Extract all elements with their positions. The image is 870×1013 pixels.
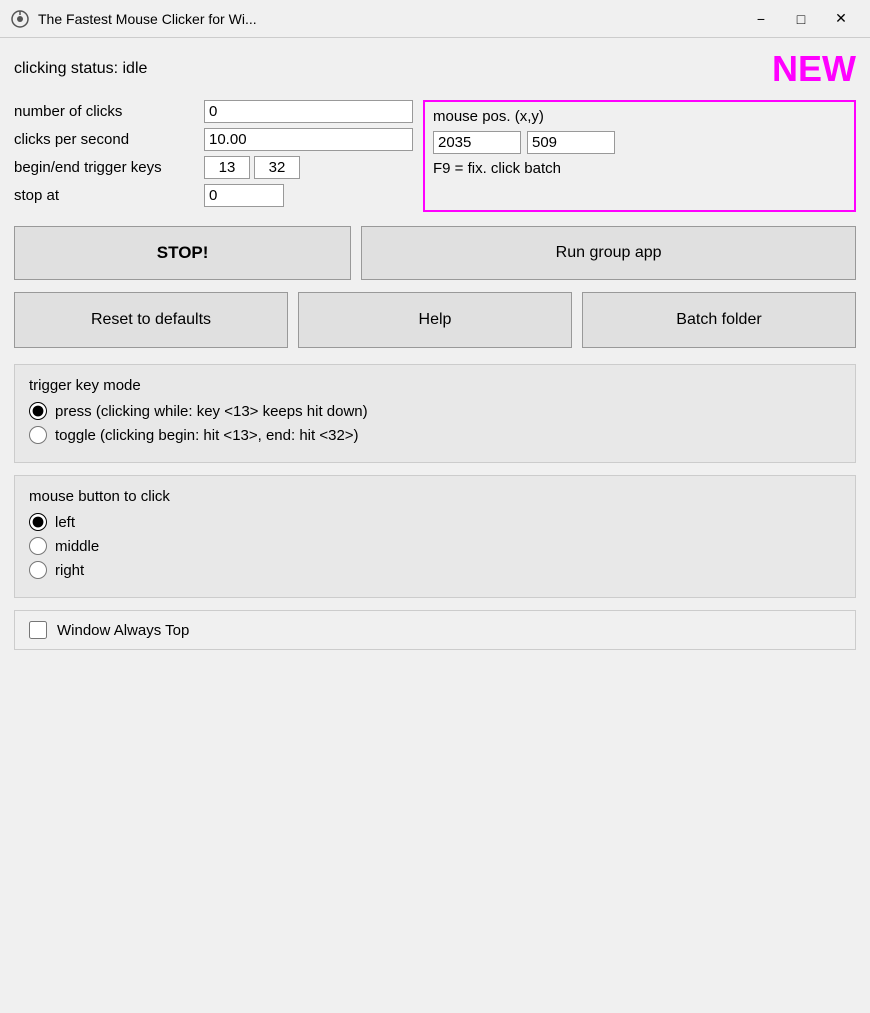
close-button[interactable]: ✕	[822, 5, 860, 33]
press-radio-label: press (clicking while: key <13> keeps hi…	[55, 403, 368, 420]
primary-buttons: STOP! Run group app	[14, 226, 856, 280]
middle-radio-label: middle	[55, 538, 99, 555]
mouse-button-title: mouse button to click	[29, 488, 841, 505]
mouse-button-section: mouse button to click left middle right	[14, 475, 856, 598]
always-top-checkbox[interactable]	[29, 621, 47, 639]
stop-at-row: stop at	[14, 184, 413, 207]
maximize-button[interactable]: □	[782, 5, 820, 33]
secondary-buttons: Reset to defaults Help Batch folder	[14, 292, 856, 348]
window-title: The Fastest Mouse Clicker for Wi...	[38, 11, 742, 27]
trigger-key-mode-section: trigger key mode press (clicking while: …	[14, 364, 856, 463]
toggle-radio-label: toggle (clicking begin: hit <13>, end: h…	[55, 427, 359, 444]
left-fields: number of clicks clicks per second begin…	[14, 100, 413, 212]
num-clicks-row: number of clicks	[14, 100, 413, 123]
left-radio-label: left	[55, 514, 75, 531]
title-bar: The Fastest Mouse Clicker for Wi... − □ …	[0, 0, 870, 38]
stop-button[interactable]: STOP!	[14, 226, 351, 280]
trigger-key2-input[interactable]	[254, 156, 300, 179]
mouse-pos-values	[433, 131, 846, 154]
trigger-key1-input[interactable]	[204, 156, 250, 179]
minimize-button[interactable]: −	[742, 5, 780, 33]
clicks-per-sec-label: clicks per second	[14, 131, 204, 148]
press-radio-row[interactable]: press (clicking while: key <13> keeps hi…	[29, 402, 841, 420]
clicks-per-sec-row: clicks per second	[14, 128, 413, 151]
trigger-key-inputs	[204, 156, 300, 179]
run-group-button[interactable]: Run group app	[361, 226, 856, 280]
status-text: clicking status: idle	[14, 60, 147, 78]
right-radio[interactable]	[29, 561, 47, 579]
f9-text: F9 = fix. click batch	[433, 160, 846, 177]
batch-folder-button[interactable]: Batch folder	[582, 292, 856, 348]
middle-radio-row[interactable]: middle	[29, 537, 841, 555]
press-radio[interactable]	[29, 402, 47, 420]
num-clicks-input[interactable]	[204, 100, 413, 123]
mouse-pos-box: mouse pos. (x,y) F9 = fix. click batch	[423, 100, 856, 212]
fields-area: number of clicks clicks per second begin…	[14, 100, 856, 212]
stop-at-label: stop at	[14, 187, 204, 204]
right-radio-row[interactable]: right	[29, 561, 841, 579]
help-button[interactable]: Help	[298, 292, 572, 348]
mouse-x-input[interactable]	[433, 131, 521, 154]
reset-button[interactable]: Reset to defaults	[14, 292, 288, 348]
toggle-radio-row[interactable]: toggle (clicking begin: hit <13>, end: h…	[29, 426, 841, 444]
trigger-key-mode-title: trigger key mode	[29, 377, 841, 394]
mouse-y-input[interactable]	[527, 131, 615, 154]
main-content: clicking status: idle NEW number of clic…	[0, 38, 870, 1013]
trigger-keys-label: begin/end trigger keys	[14, 159, 204, 176]
window-controls: − □ ✕	[742, 5, 860, 33]
always-top-row[interactable]: Window Always Top	[14, 610, 856, 650]
left-radio[interactable]	[29, 513, 47, 531]
left-radio-row[interactable]: left	[29, 513, 841, 531]
clicks-per-sec-input[interactable]	[204, 128, 413, 151]
always-top-label: Window Always Top	[57, 622, 189, 639]
mouse-pos-label: mouse pos. (x,y)	[433, 108, 846, 125]
right-radio-label: right	[55, 562, 84, 579]
new-badge: NEW	[772, 48, 856, 90]
middle-radio[interactable]	[29, 537, 47, 555]
toggle-radio[interactable]	[29, 426, 47, 444]
stop-at-input[interactable]	[204, 184, 284, 207]
status-row: clicking status: idle NEW	[14, 48, 856, 90]
trigger-keys-row: begin/end trigger keys	[14, 156, 413, 179]
app-icon	[10, 9, 30, 29]
num-clicks-label: number of clicks	[14, 103, 204, 120]
